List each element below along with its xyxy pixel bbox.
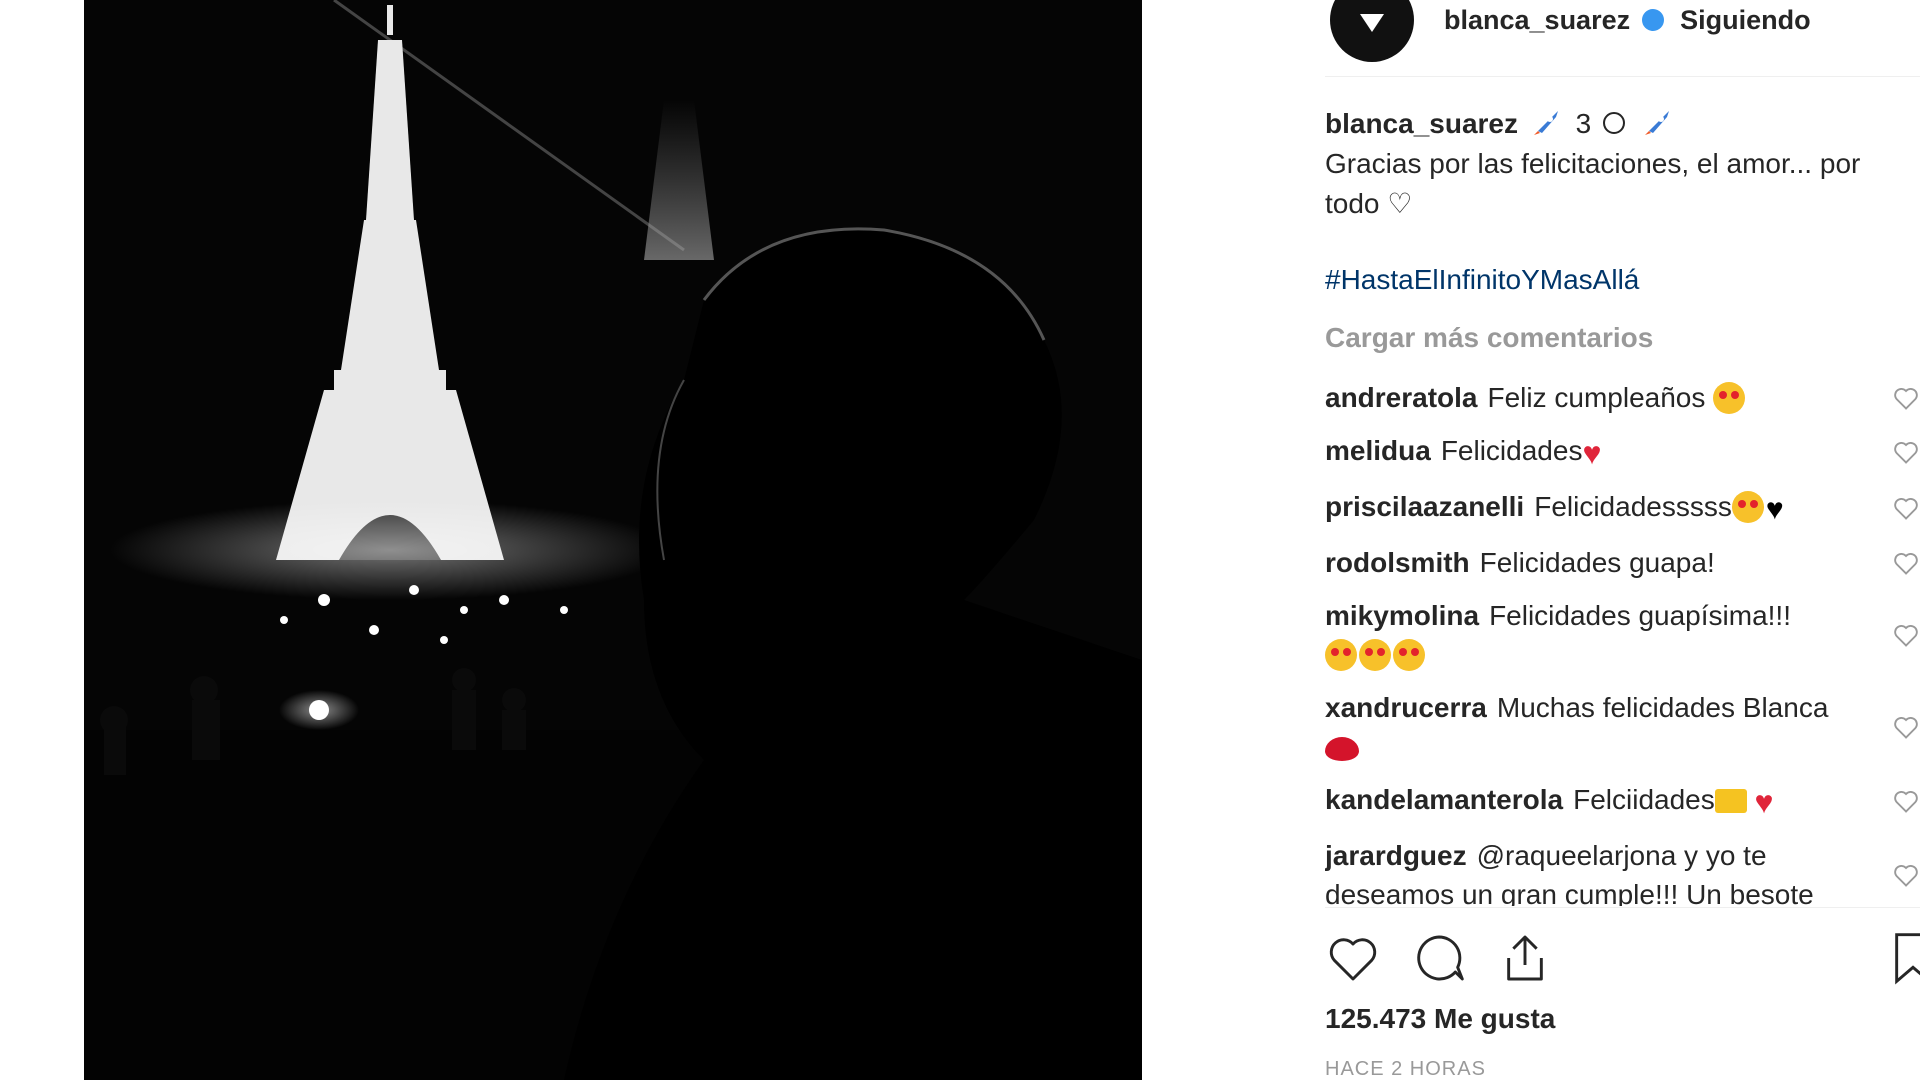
red-heart-emoji-icon: ♥ (1582, 435, 1602, 471)
comment-text: Felicidades guapísima!!! (1489, 600, 1791, 631)
comment-username[interactable]: melidua (1325, 435, 1431, 466)
post-caption: blanca_suarez 3 Gracias por las felicita… (1325, 104, 1915, 224)
comment-text: Muchas felicidades Blanca (1496, 692, 1829, 723)
comment-text: Felicidadesssss (1534, 491, 1732, 522)
post-panel: blanca_suarez Siguiendo blanca_suarez 3 … (1300, 0, 1920, 1080)
comment-item: melidua Felicidades♥ (1325, 431, 1920, 473)
comment-like-icon[interactable] (1892, 384, 1920, 412)
comment-like-icon[interactable] (1892, 549, 1920, 577)
comment-item: jarardguez @raqueelarjona y yo te deseamo… (1325, 836, 1920, 906)
heart-eyes-emoji-icon (1359, 639, 1391, 671)
comment-item: xandrucerra Muchas felicidades Blanca (1325, 688, 1920, 766)
comment-like-icon[interactable] (1892, 438, 1920, 466)
comment-like-icon[interactable] (1892, 713, 1920, 741)
rocket-emoji-icon (1533, 111, 1558, 135)
comment-username[interactable]: xandrucerra (1325, 692, 1487, 723)
caption-number: 3 (1575, 108, 1592, 139)
comment-item: mikymolina Felicidades guapísima!!! (1325, 596, 1920, 674)
verified-badge-icon (1642, 9, 1665, 31)
header-username[interactable]: blanca_suarez (1444, 5, 1630, 36)
comment-text: Felicidades guapa! (1479, 547, 1715, 578)
load-more-comments-button[interactable]: Cargar más comentarios (1325, 322, 1653, 354)
rocket-emoji-icon (1644, 111, 1669, 135)
heart-eyes-emoji-icon (1325, 639, 1357, 671)
header-divider (1325, 76, 1920, 77)
ring-icon (1602, 112, 1625, 134)
caption-hashtag[interactable]: #HastaElInfinitoYMasAllá (1325, 264, 1639, 296)
comment-item: priscilaazanelli Felicidadesssss ♥ (1325, 487, 1920, 529)
follow-status-button[interactable]: Siguiendo (1680, 5, 1811, 36)
black-heart-emoji-icon: ♥ (1765, 493, 1784, 526)
actions-divider (1325, 907, 1920, 908)
save-icon[interactable] (1885, 930, 1920, 986)
share-icon[interactable] (1497, 930, 1553, 986)
crown-emoji-icon (1714, 789, 1747, 813)
heart-eyes-emoji-icon (1713, 382, 1746, 414)
post-actions (1325, 930, 1920, 990)
comment-username[interactable]: andreratola (1325, 382, 1478, 413)
heart-eyes-emoji-icon (1393, 639, 1425, 671)
comment-text: Felciidades (1573, 784, 1715, 815)
comment-text: Feliz cumpleaños (1487, 382, 1706, 413)
post-photo[interactable] (84, 0, 1142, 1080)
like-icon[interactable] (1325, 930, 1381, 986)
eiffel-night-photo (84, 0, 1142, 1080)
avatar[interactable] (1330, 0, 1414, 62)
comment-icon[interactable] (1411, 930, 1467, 986)
comment-username[interactable]: rodolsmith (1325, 547, 1470, 578)
avatar-logo-icon (1360, 14, 1384, 32)
likes-count[interactable]: 125.473 Me gusta (1325, 1003, 1555, 1035)
red-heart-emoji-icon: ♥ (1754, 784, 1774, 820)
post-timestamp[interactable]: HACE 2 HORAS (1325, 1058, 1486, 1081)
comment-like-icon[interactable] (1892, 787, 1920, 815)
comment-item: rodolsmith Felicidades guapa! (1325, 543, 1920, 582)
comment-item: kandelamanterola Felciidades ♥ (1325, 780, 1920, 822)
comment-like-icon[interactable] (1892, 621, 1920, 649)
comments-list[interactable]: andreratola Feliz cumpleaños melidua Felic… (1325, 378, 1920, 906)
caption-username[interactable]: blanca_suarez (1325, 108, 1518, 139)
post-header: blanca_suarez Siguiendo (1330, 0, 1811, 70)
comment-username[interactable]: mikymolina (1325, 600, 1479, 631)
comment-username[interactable]: priscilaazanelli (1325, 491, 1524, 522)
kiss-lips-emoji-icon (1325, 737, 1359, 761)
comment-like-icon[interactable] (1892, 494, 1920, 522)
comment-username[interactable]: jarardguez (1325, 840, 1467, 871)
heart-eyes-emoji-icon (1731, 491, 1764, 523)
comment-username[interactable]: kandelamanterola (1325, 784, 1563, 815)
comment-item: andreratola Feliz cumpleaños (1325, 378, 1920, 417)
caption-text: Gracias por las felicitaciones, el amor.… (1325, 148, 1861, 219)
comment-like-icon[interactable] (1892, 861, 1920, 889)
comment-text: Felicidades (1440, 435, 1583, 466)
